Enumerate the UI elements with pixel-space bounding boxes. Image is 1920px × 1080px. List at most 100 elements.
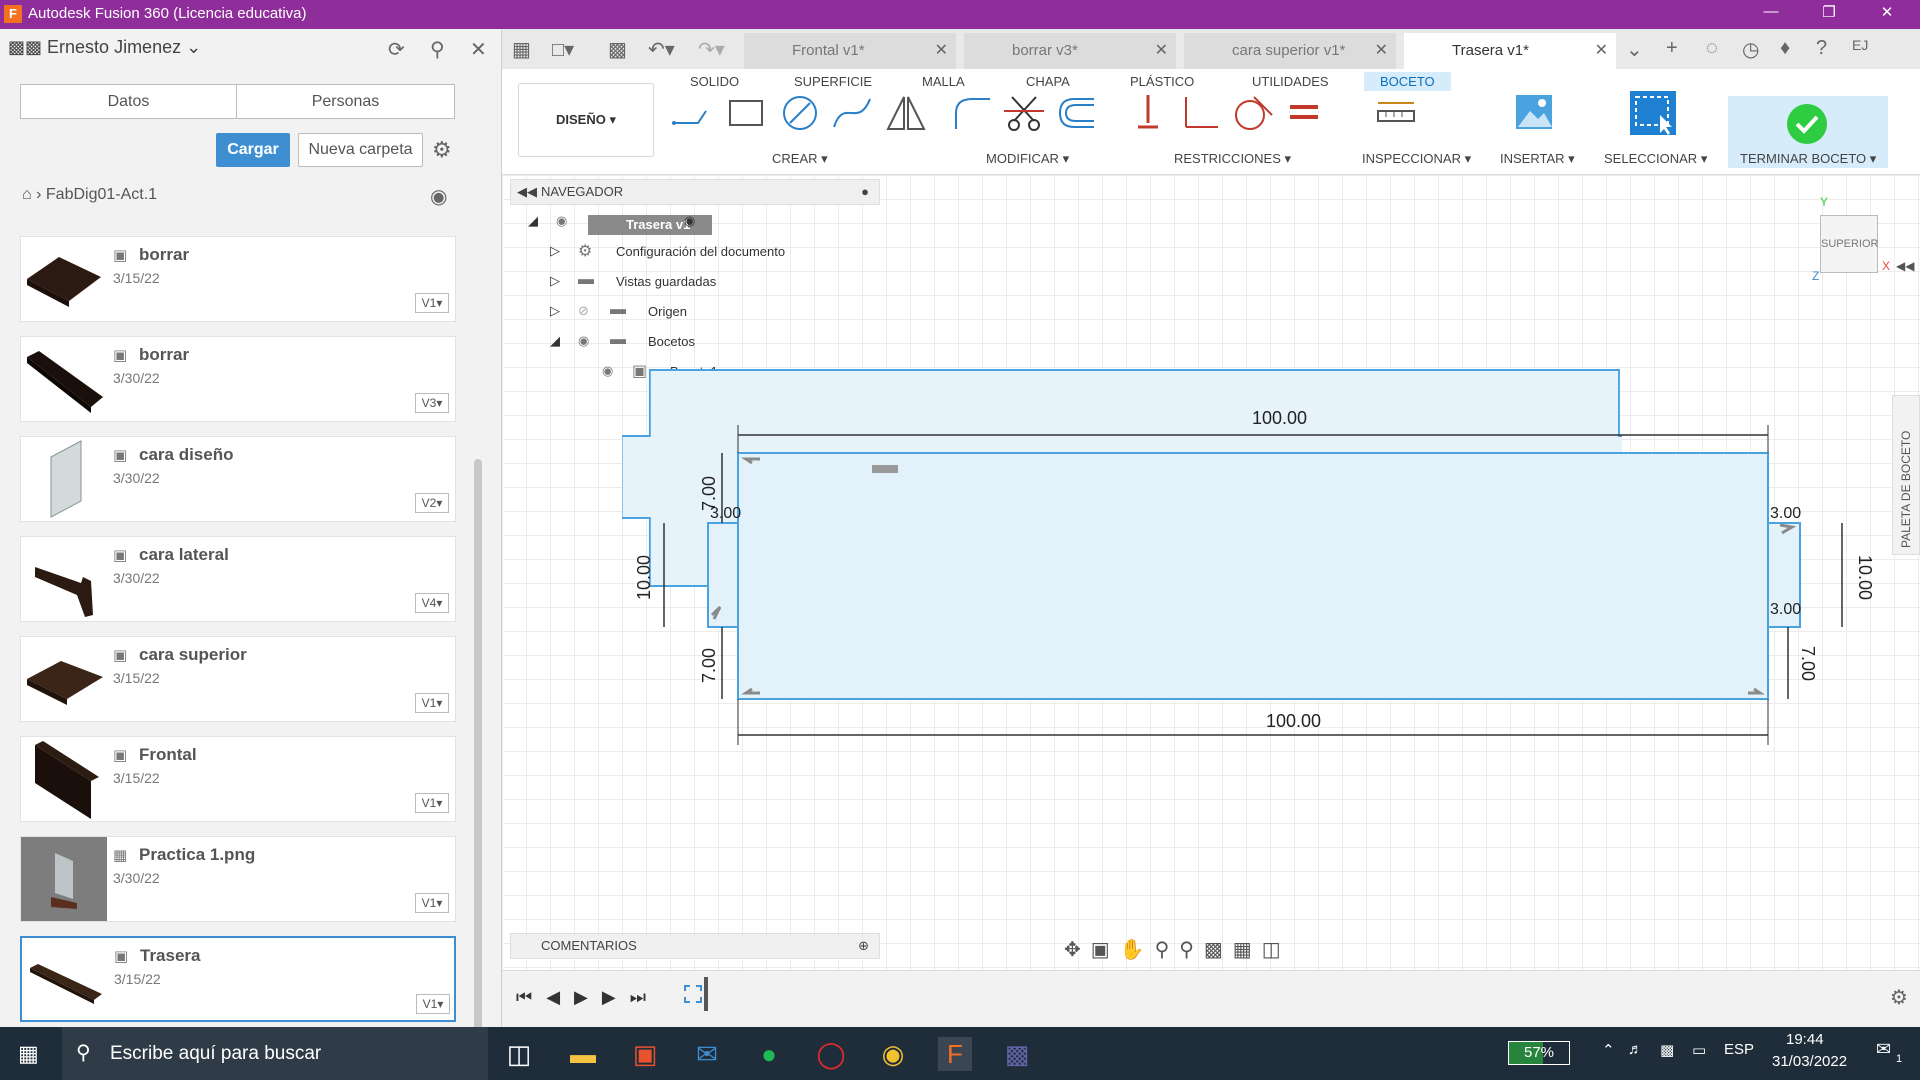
equal-constraint-icon[interactable] [1282,93,1326,133]
sketch-geometry[interactable] [622,335,1622,635]
dimension-right-total[interactable]: 10.00 [1854,555,1875,600]
version-badge[interactable]: V3▾ [415,393,449,413]
viewcube[interactable]: SUPERIOR [1820,215,1878,273]
network-icon[interactable]: ▩ [1660,1041,1674,1059]
timeline-marker[interactable] [704,977,708,1011]
minimize-icon[interactable]: — [1756,3,1786,25]
breadcrumb-folder[interactable]: FabDig01-Act.1 [46,186,157,203]
mirror-tool-icon[interactable] [884,93,928,133]
perpendicular-constraint-icon[interactable] [1178,93,1222,133]
finish-sketch-check-icon[interactable] [1786,103,1828,145]
notifications-icon[interactable]: ♦ [1780,37,1790,60]
list-item[interactable]: ▣ Frontal 3/15/22 V1▾ [20,736,456,822]
refresh-icon[interactable]: ⟳ [388,37,405,62]
comments-panel[interactable]: COMENTARIOS ⊕ [510,933,880,959]
chrome-icon[interactable]: ◉ [876,1037,910,1071]
dimension-right-bottom[interactable]: 7.00 [1797,646,1818,681]
select-tool-icon[interactable] [1628,89,1678,137]
browser-node-settings[interactable]: Configuración del documento [616,244,785,259]
list-item[interactable]: ▣ cara lateral 3/30/22 V4▾ [20,536,456,622]
close-tab-icon[interactable]: ✕ [1595,33,1608,69]
tab-datos[interactable]: Datos [20,84,237,119]
expand-icon[interactable]: ◢ [528,213,538,229]
timeline-settings-icon[interactable]: ⚙ [1890,985,1908,1010]
browser-panel-header[interactable]: ◀◀ NAVEGADOR ● [510,179,880,205]
help-icon[interactable]: ? [1816,37,1827,60]
expand-icon[interactable]: ▷ [550,273,560,289]
dimension-left-total[interactable]: 10.00 [634,555,655,600]
add-comment-icon[interactable]: ⊕ [858,934,869,958]
finish-sketch-button[interactable]: TERMINAR BOCETO ▾ [1740,151,1876,167]
grid-settings-icon[interactable]: ▦ [1233,939,1262,961]
list-item[interactable]: ▣ borrar 3/30/22 V3▾ [20,336,456,422]
close-tab-icon[interactable]: ✕ [1155,33,1168,69]
previous-icon[interactable]: ◀ [546,987,574,1007]
navigation-bar[interactable]: ✥▣✋⚲⚲▩▦◫ [1064,937,1291,962]
close-tab-icon[interactable]: ✕ [935,33,948,69]
eye-icon[interactable]: ◉ [556,213,567,229]
list-item[interactable]: ▦ Practica 1.png 3/30/22 V1▾ [20,836,456,922]
line-tool-icon[interactable] [668,93,712,133]
display-settings-icon[interactable]: ▩ [1204,939,1233,961]
version-badge[interactable]: V1▾ [415,793,449,813]
first-icon[interactable]: ⏮ [516,987,546,1007]
opera-icon[interactable]: ◯ [814,1037,848,1071]
workspace-switcher[interactable]: DISEÑO ▾ [518,83,654,157]
version-badge[interactable]: V1▾ [415,693,449,713]
avatar[interactable]: EJ [1852,37,1868,53]
browser-node-origin[interactable]: Origen [648,304,687,319]
group-seleccionar[interactable]: SELECCIONAR ▾ [1604,151,1707,167]
new-tab-icon[interactable]: + [1666,37,1678,60]
job-status-icon[interactable]: ◷ [1742,37,1759,62]
dimension-left-bottom[interactable]: 7.00 [699,648,720,683]
fusion-app-icon[interactable]: F [938,1037,972,1071]
tabs-overflow-icon[interactable]: ⌄ [1626,37,1643,62]
list-item[interactable]: ▣ cara diseño 3/30/22 V2▾ [20,436,456,522]
spline-tool-icon[interactable] [830,93,874,133]
sketch-palette-tab[interactable]: PALETA DE BOCETO [1892,395,1920,555]
timeline-sketch-item[interactable] [684,985,702,1003]
group-insertar[interactable]: INSERTAR ▾ [1500,151,1575,167]
office-icon[interactable]: ▣ [628,1037,662,1071]
group-inspeccionar[interactable]: INSPECCIONAR ▾ [1362,151,1471,167]
task-view-icon[interactable]: ◫ [502,1037,536,1071]
tab-superficie[interactable]: SUPERFICIE [794,74,872,89]
measure-tool-icon[interactable] [1374,93,1418,133]
version-badge[interactable]: V1▾ [415,293,449,313]
last-icon[interactable]: ⏭ [630,987,660,1007]
group-modificar[interactable]: MODIFICAR ▾ [986,151,1069,167]
tray-overflow-icon[interactable]: ⌃ [1602,1041,1615,1059]
horizontal-vertical-constraint-icon[interactable] [1126,93,1170,133]
group-crear[interactable]: CREAR ▾ [772,151,828,167]
close-panel-icon[interactable]: ✕ [470,37,487,62]
rectangle-tool-icon[interactable] [724,93,768,133]
play-icon[interactable]: ▶ [574,987,602,1007]
close-tab-icon[interactable]: ✕ [1375,33,1388,69]
activate-radio-icon[interactable]: ◉ [684,213,695,229]
timeline-controls[interactable]: ⏮◀▶▶⏭ [516,987,660,1008]
dimension-top[interactable]: 100.00 [1252,408,1307,429]
browser-node-views[interactable]: Vistas guardadas [616,274,716,289]
version-badge[interactable]: V1▾ [415,893,449,913]
restore-icon[interactable]: ❐ [1814,3,1844,25]
eye-icon[interactable]: ◉ [602,363,613,379]
pin-icon[interactable]: ● [861,180,869,204]
dimension-bottom[interactable]: 100.00 [1266,711,1321,732]
redo-icon[interactable]: ↷▾ [698,37,725,62]
dimension-left-gap[interactable]: 3.00 [710,505,741,523]
palette-toggle-icon[interactable]: ◀◀ [1896,259,1914,273]
mail-icon[interactable]: ✉ [690,1037,724,1071]
taskbar-search[interactable]: ⚲ Escribe aquí para buscar [62,1027,488,1080]
orbit-icon[interactable]: ✥ [1064,939,1091,961]
version-badge[interactable]: V4▾ [415,593,449,613]
spotify-icon[interactable]: ● [752,1037,786,1071]
version-badge[interactable]: V1▾ [416,994,450,1014]
viewports-icon[interactable]: ◫ [1262,939,1291,961]
battery-icon[interactable]: ▭ [1692,1041,1706,1059]
list-item[interactable]: ▣ cara superior 3/15/22 V1▾ [20,636,456,722]
undo-icon[interactable]: ↶▾ [648,37,675,62]
tab-borrar[interactable]: borrar v3* ✕ [964,33,1176,69]
file-menu-icon[interactable]: □▾ [552,37,574,62]
list-item[interactable]: ▣ borrar 3/15/22 V1▾ [20,236,456,322]
teams-icon[interactable]: ▩ [1000,1037,1034,1071]
